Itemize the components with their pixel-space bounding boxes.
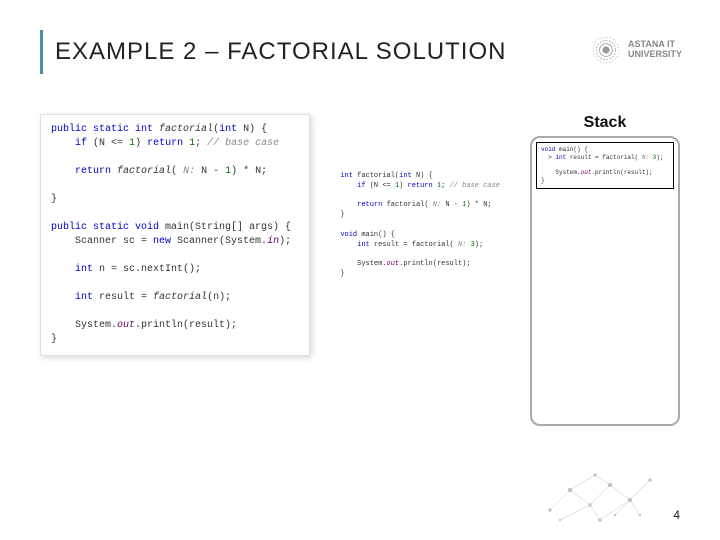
university-logo: ASTANA IT UNIVERSITY — [590, 34, 682, 66]
stack-title: Stack — [584, 114, 627, 132]
logo-line2: UNIVERSITY — [628, 50, 682, 60]
sunburst-icon — [590, 34, 622, 66]
code-main: public static int factorial(int N) { if … — [40, 114, 310, 356]
title-row: EXAMPLE 2 – FACTORIAL SOLUTION — [40, 30, 680, 74]
title-accent-bar — [40, 30, 43, 74]
stack-column: Stack void main() { > int result = facto… — [530, 114, 680, 426]
slide-title: EXAMPLE 2 – FACTORIAL SOLUTION — [55, 38, 506, 66]
code-simplified: int factorial(int N) { if (N <= 1) retur… — [330, 164, 510, 288]
slide: EXAMPLE 2 – FACTORIAL SOLUTION ASTANA IT… — [0, 0, 720, 540]
stack-box: void main() { > int result = factorial( … — [530, 136, 680, 426]
stack-frame-main: void main() { > int result = factorial( … — [536, 142, 674, 189]
page-number: 4 — [673, 508, 680, 522]
logo-text: ASTANA IT UNIVERSITY — [628, 40, 682, 60]
network-decor-icon — [540, 460, 660, 530]
content-row: public static int factorial(int N) { if … — [40, 114, 680, 426]
